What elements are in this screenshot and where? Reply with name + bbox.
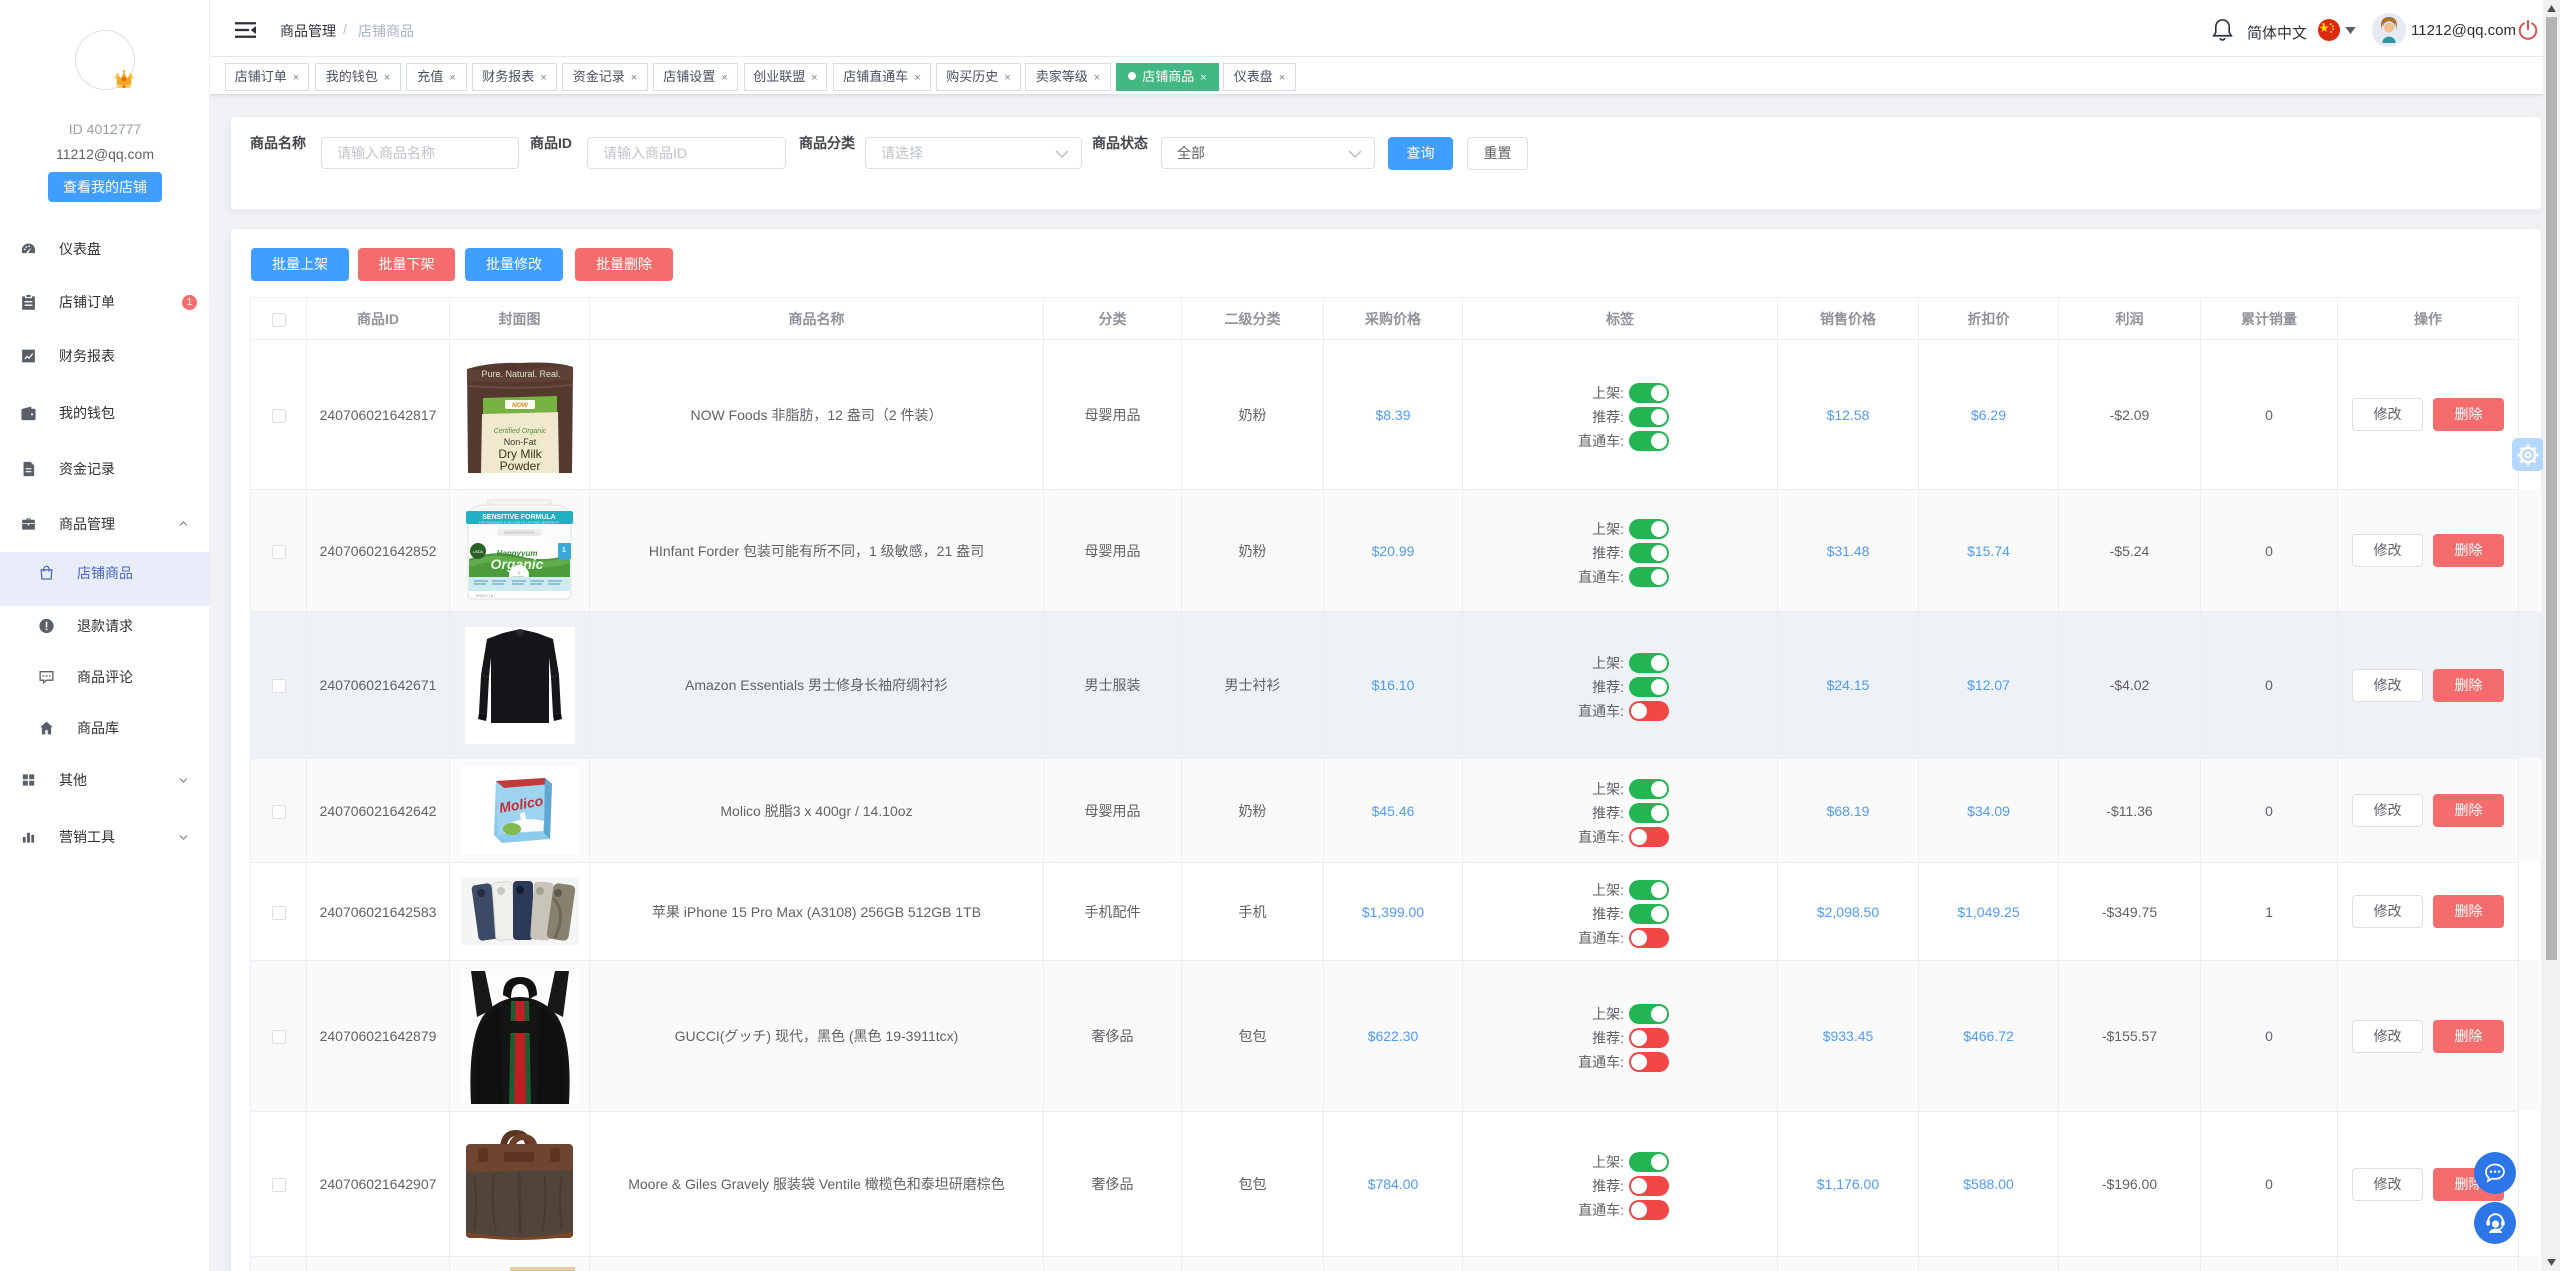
svg-text:NOW: NOW [512, 402, 529, 409]
svg-text:1: 1 [562, 547, 566, 554]
svg-text:USDA: USDA [473, 550, 484, 554]
svg-text:Powder: Powder [499, 459, 540, 473]
svg-text:Pure. Natural. Real.: Pure. Natural. Real. [481, 369, 560, 379]
svg-text:Certified Organic: Certified Organic [493, 428, 546, 435]
svg-text:FOR FUSSINESS & GAS DUE TO LAC: FOR FUSSINESS & GAS DUE TO LACTOSE SENSI… [479, 520, 559, 524]
svg-text:ROW 1 LB: ROW 1 LB [476, 594, 494, 598]
svg-text:Non-Fat: Non-Fat [503, 437, 536, 447]
